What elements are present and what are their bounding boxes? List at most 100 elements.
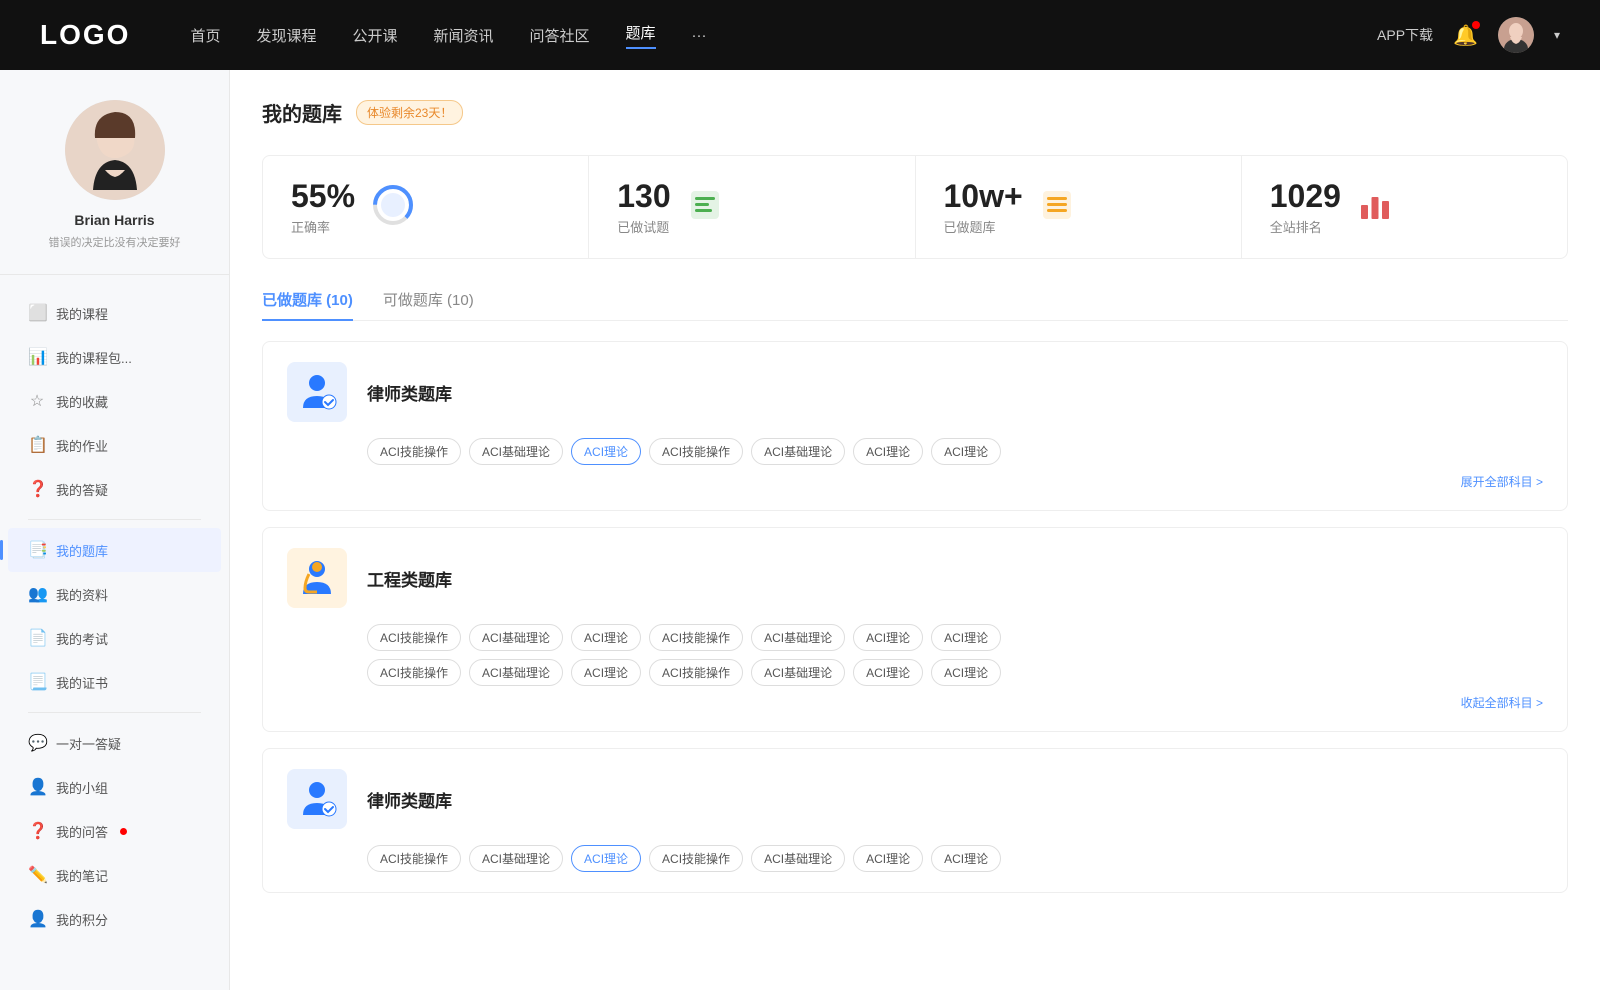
tag-2-1-5[interactable]: ACI基础理论 bbox=[751, 624, 845, 651]
sidebar-item-label: 我的小组 bbox=[56, 778, 108, 797]
tag-1-1[interactable]: ACI技能操作 bbox=[367, 438, 461, 465]
qbank-card-3-header: 律师类题库 bbox=[287, 769, 1543, 829]
sidebar-item-label: 我的证书 bbox=[56, 673, 108, 692]
qbank-card-1: 律师类题库 ACI技能操作 ACI基础理论 ACI理论 ACI技能操作 ACI基… bbox=[262, 341, 1568, 511]
main-container: Brian Harris 错误的决定比没有决定要好 ⬜ 我的课程 📊 我的课程包… bbox=[0, 70, 1600, 990]
tag-2-1-3[interactable]: ACI理论 bbox=[571, 624, 641, 651]
header: LOGO 首页 发现课程 公开课 新闻资讯 问答社区 题库 ··· APP下载 … bbox=[0, 0, 1600, 70]
sidebar-item-exam[interactable]: 📄 我的考试 bbox=[8, 616, 221, 660]
qbank-card-1-expand[interactable]: 展开全部科目 > bbox=[287, 473, 1543, 490]
nav-more[interactable]: ··· bbox=[692, 27, 707, 44]
tag-3-4[interactable]: ACI技能操作 bbox=[649, 845, 743, 872]
notification-dot bbox=[1472, 21, 1480, 29]
qbank-card-3-title: 律师类题库 bbox=[367, 787, 452, 812]
sidebar-item-notes[interactable]: ✏️ 我的笔记 bbox=[8, 853, 221, 897]
tag-2-1-4[interactable]: ACI技能操作 bbox=[649, 624, 743, 651]
tab-done-banks[interactable]: 已做题库 (10) bbox=[262, 289, 353, 320]
unread-dot bbox=[120, 828, 127, 835]
stat-done-questions: 130 已做试题 bbox=[589, 156, 915, 258]
tag-3-7[interactable]: ACI理论 bbox=[931, 845, 1001, 872]
tab-available-banks[interactable]: 可做题库 (10) bbox=[383, 289, 474, 320]
sidebar-item-label: 我的题库 bbox=[56, 541, 108, 560]
tag-3-5[interactable]: ACI基础理论 bbox=[751, 845, 845, 872]
sidebar-item-group[interactable]: 👤 我的小组 bbox=[8, 765, 221, 809]
tag-2-1-2[interactable]: ACI基础理论 bbox=[469, 624, 563, 651]
qa-icon: ❓ bbox=[28, 479, 46, 499]
tag-3-3[interactable]: ACI理论 bbox=[571, 845, 641, 872]
sidebar-item-course-package[interactable]: 📊 我的课程包... bbox=[8, 335, 221, 379]
qbank-icon: 📑 bbox=[28, 540, 46, 560]
sidebar-profile: Brian Harris 错误的决定比没有决定要好 bbox=[0, 100, 229, 275]
tag-2-2-3[interactable]: ACI理论 bbox=[571, 659, 641, 686]
tag-2-2-7[interactable]: ACI理论 bbox=[931, 659, 1001, 686]
tag-1-3[interactable]: ACI理论 bbox=[571, 438, 641, 465]
tag-1-5[interactable]: ACI基础理论 bbox=[751, 438, 845, 465]
stat-done-questions-value: 130 bbox=[617, 178, 670, 215]
sidebar-item-label: 我的作业 bbox=[56, 436, 108, 455]
tag-1-2[interactable]: ACI基础理论 bbox=[469, 438, 563, 465]
profile-avatar[interactable] bbox=[65, 100, 165, 200]
sidebar-item-homework[interactable]: 📋 我的作业 bbox=[8, 423, 221, 467]
accuracy-chart-icon bbox=[371, 183, 415, 232]
nav-discover[interactable]: 发现课程 bbox=[256, 25, 316, 46]
tag-3-6[interactable]: ACI理论 bbox=[853, 845, 923, 872]
qbank-card-3-icon bbox=[287, 769, 347, 829]
tag-2-2-1[interactable]: ACI技能操作 bbox=[367, 659, 461, 686]
sidebar-item-qa[interactable]: ❓ 我的答疑 bbox=[8, 467, 221, 511]
user-menu-chevron[interactable]: ▾ bbox=[1554, 28, 1560, 42]
qbank-card-2-expand[interactable]: 收起全部科目 > bbox=[287, 694, 1543, 711]
sidebar-item-label: 我的课程包... bbox=[56, 348, 132, 367]
nav-qbank[interactable]: 题库 bbox=[626, 22, 656, 49]
my-qa-icon: ❓ bbox=[28, 821, 46, 841]
nav-qa[interactable]: 问答社区 bbox=[530, 25, 590, 46]
tabs-row: 已做题库 (10) 可做题库 (10) bbox=[262, 289, 1568, 321]
sidebar-item-label: 我的课程 bbox=[56, 304, 108, 323]
sidebar-item-materials[interactable]: 👥 我的资料 bbox=[8, 572, 221, 616]
sidebar-item-label: 我的收藏 bbox=[56, 392, 108, 411]
tag-2-2-5[interactable]: ACI基础理论 bbox=[751, 659, 845, 686]
notification-bell[interactable]: 🔔 bbox=[1453, 23, 1478, 48]
qbank-card-2-icon bbox=[287, 548, 347, 608]
tag-2-1-1[interactable]: ACI技能操作 bbox=[367, 624, 461, 651]
nav-home[interactable]: 首页 bbox=[190, 25, 220, 46]
qbank-card-3: 律师类题库 ACI技能操作 ACI基础理论 ACI理论 ACI技能操作 ACI基… bbox=[262, 748, 1568, 893]
tag-2-2-4[interactable]: ACI技能操作 bbox=[649, 659, 743, 686]
page-title: 我的题库 bbox=[262, 98, 342, 127]
questions-icon bbox=[687, 187, 723, 228]
tag-1-6[interactable]: ACI理论 bbox=[853, 438, 923, 465]
stat-accuracy-value: 55% bbox=[291, 178, 355, 215]
qbank-card-1-title: 律师类题库 bbox=[367, 380, 452, 405]
materials-icon: 👥 bbox=[28, 584, 46, 604]
stats-row: 55% 正确率 130 已做试题 bbox=[262, 155, 1568, 259]
sidebar-item-favorites[interactable]: ☆ 我的收藏 bbox=[8, 379, 221, 423]
tag-1-4[interactable]: ACI技能操作 bbox=[649, 438, 743, 465]
tag-2-1-7[interactable]: ACI理论 bbox=[931, 624, 1001, 651]
tag-2-1-6[interactable]: ACI理论 bbox=[853, 624, 923, 651]
package-icon: 📊 bbox=[28, 347, 46, 367]
stat-rank-value: 1029 bbox=[1270, 178, 1341, 215]
page-title-row: 我的题库 体验剩余23天！ bbox=[262, 98, 1568, 127]
sidebar-item-label: 我的答疑 bbox=[56, 480, 108, 499]
sidebar-item-1on1[interactable]: 💬 一对一答疑 bbox=[8, 721, 221, 765]
sidebar-item-qbank[interactable]: 📑 我的题库 bbox=[8, 528, 221, 572]
sidebar-item-my-qa[interactable]: ❓ 我的问答 bbox=[8, 809, 221, 853]
tag-2-2-2[interactable]: ACI基础理论 bbox=[469, 659, 563, 686]
tag-3-1[interactable]: ACI技能操作 bbox=[367, 845, 461, 872]
tag-3-2[interactable]: ACI基础理论 bbox=[469, 845, 563, 872]
user-avatar[interactable] bbox=[1498, 17, 1534, 53]
sidebar-item-points[interactable]: 👤 我的积分 bbox=[8, 897, 221, 941]
sidebar-divider-1 bbox=[28, 519, 201, 520]
qbank-card-1-header: 律师类题库 bbox=[287, 362, 1543, 422]
tag-2-2-6[interactable]: ACI理论 bbox=[853, 659, 923, 686]
nav-open-course[interactable]: 公开课 bbox=[352, 25, 397, 46]
sidebar-item-certificate[interactable]: 📃 我的证书 bbox=[8, 660, 221, 704]
app-download-button[interactable]: APP下载 bbox=[1377, 25, 1433, 45]
nav-news[interactable]: 新闻资讯 bbox=[434, 25, 494, 46]
qbank-card-3-tags: ACI技能操作 ACI基础理论 ACI理论 ACI技能操作 ACI基础理论 AC… bbox=[367, 845, 1543, 872]
sidebar-item-label: 我的资料 bbox=[56, 585, 108, 604]
tag-1-7[interactable]: ACI理论 bbox=[931, 438, 1001, 465]
chat-icon: 💬 bbox=[28, 733, 46, 753]
stat-accuracy: 55% 正确率 bbox=[263, 156, 589, 258]
sidebar-item-my-course[interactable]: ⬜ 我的课程 bbox=[8, 291, 221, 335]
stat-done-questions-label: 已做试题 bbox=[617, 217, 670, 236]
